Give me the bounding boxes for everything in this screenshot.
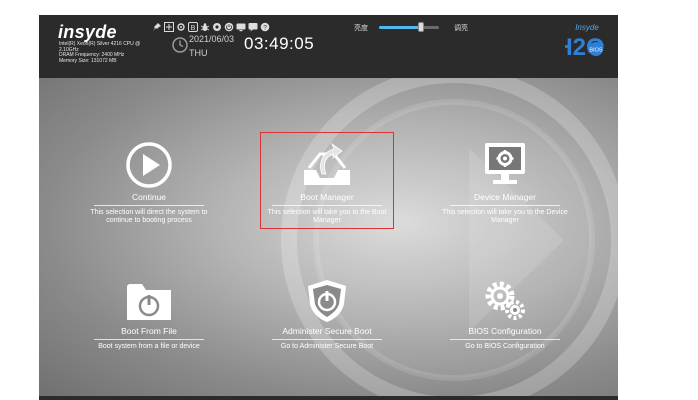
menu-item-title: Device Manager: [450, 192, 560, 206]
logo-text: insyde: [58, 22, 117, 42]
svg-text:B: B: [191, 25, 196, 32]
brightness-slider-fill: [379, 26, 421, 29]
menu-item-description: Go to BIOS Configuration: [465, 343, 545, 350]
menu-item-bios-configuration[interactable]: BIOS Configuration Go to BIOS Configurat…: [440, 278, 570, 351]
help-icon[interactable]: ?: [260, 22, 270, 32]
settings-icon[interactable]: [176, 22, 186, 32]
device-manager-monitor-icon: [485, 143, 525, 184]
system-info: Intel(R) Xeon(R) Silver 4216 CPU @ 2.10G…: [59, 41, 169, 64]
header-bar: insyde Intel(R) Xeon(R) Silver 4216 CPU …: [39, 15, 618, 78]
brightness-low-label: 亮度: [354, 25, 368, 32]
menu-item-description: This selection will take you to the Devi…: [442, 209, 568, 224]
day-text: THU: [189, 48, 208, 58]
gears-icon: [485, 281, 525, 320]
insyde-h2o-badge: Insyde H2O BIOS: [565, 23, 605, 61]
badge-top-text: Insyde: [575, 23, 599, 32]
bug-icon[interactable]: [200, 22, 210, 32]
toolbar: B ?: [152, 22, 270, 32]
badge-bios-text: BIOS: [589, 48, 602, 54]
svg-text:?: ?: [263, 25, 267, 32]
menu-item-description: Go to Administer Secure Boot: [280, 343, 374, 350]
bios-frame: insyde Intel(R) Xeon(R) Silver 4216 CPU …: [39, 15, 618, 400]
pin-icon[interactable]: [152, 22, 162, 32]
power-icon[interactable]: [224, 22, 234, 32]
folder-power-icon: [127, 284, 171, 320]
menu-item-title: Continue: [94, 192, 204, 206]
main-menu-area: Continue This selection will direct the …: [39, 78, 618, 400]
menu-item-title: BIOS Configuration: [450, 326, 560, 340]
brightness-slider-thumb[interactable]: [418, 22, 424, 32]
message-icon[interactable]: [248, 22, 258, 32]
record-icon[interactable]: [212, 22, 222, 32]
menu-item-title: Administer Secure Boot: [272, 326, 382, 340]
memory-size: Memory Size: 131072 MB: [59, 57, 117, 64]
clock-icon: [172, 37, 188, 53]
menu-item-device-manager[interactable]: Device Manager This selection will take …: [440, 140, 570, 224]
menu-item-secure-boot[interactable]: Administer Secure Boot Go to Administer …: [262, 278, 392, 351]
brightness-high-label: 调亮: [454, 25, 468, 32]
brightness-slider[interactable]: [379, 22, 439, 32]
menu-item-description: Boot system from a file or device: [98, 343, 200, 350]
date-text: 2021/06/03: [189, 34, 235, 44]
b-icon[interactable]: B: [188, 22, 198, 32]
shield-power-icon: [308, 280, 346, 322]
move-icon[interactable]: [164, 22, 174, 32]
menu-item-description: This selection will direct the system to…: [90, 209, 208, 224]
monitor-icon[interactable]: [236, 22, 246, 32]
selection-highlight-box: [260, 132, 394, 229]
bottom-bar: [39, 396, 618, 400]
time-text: 03:49:05: [244, 34, 315, 53]
background-play-watermark-icon: [281, 78, 618, 400]
insyde-logo: insyde: [58, 22, 117, 43]
menu-item-title: Boot From File: [94, 326, 204, 340]
play-circle-icon: [126, 142, 172, 188]
menu-item-continue[interactable]: Continue This selection will direct the …: [84, 140, 214, 224]
menu-item-boot-from-file[interactable]: Boot From File Boot system from a file o…: [84, 278, 214, 351]
